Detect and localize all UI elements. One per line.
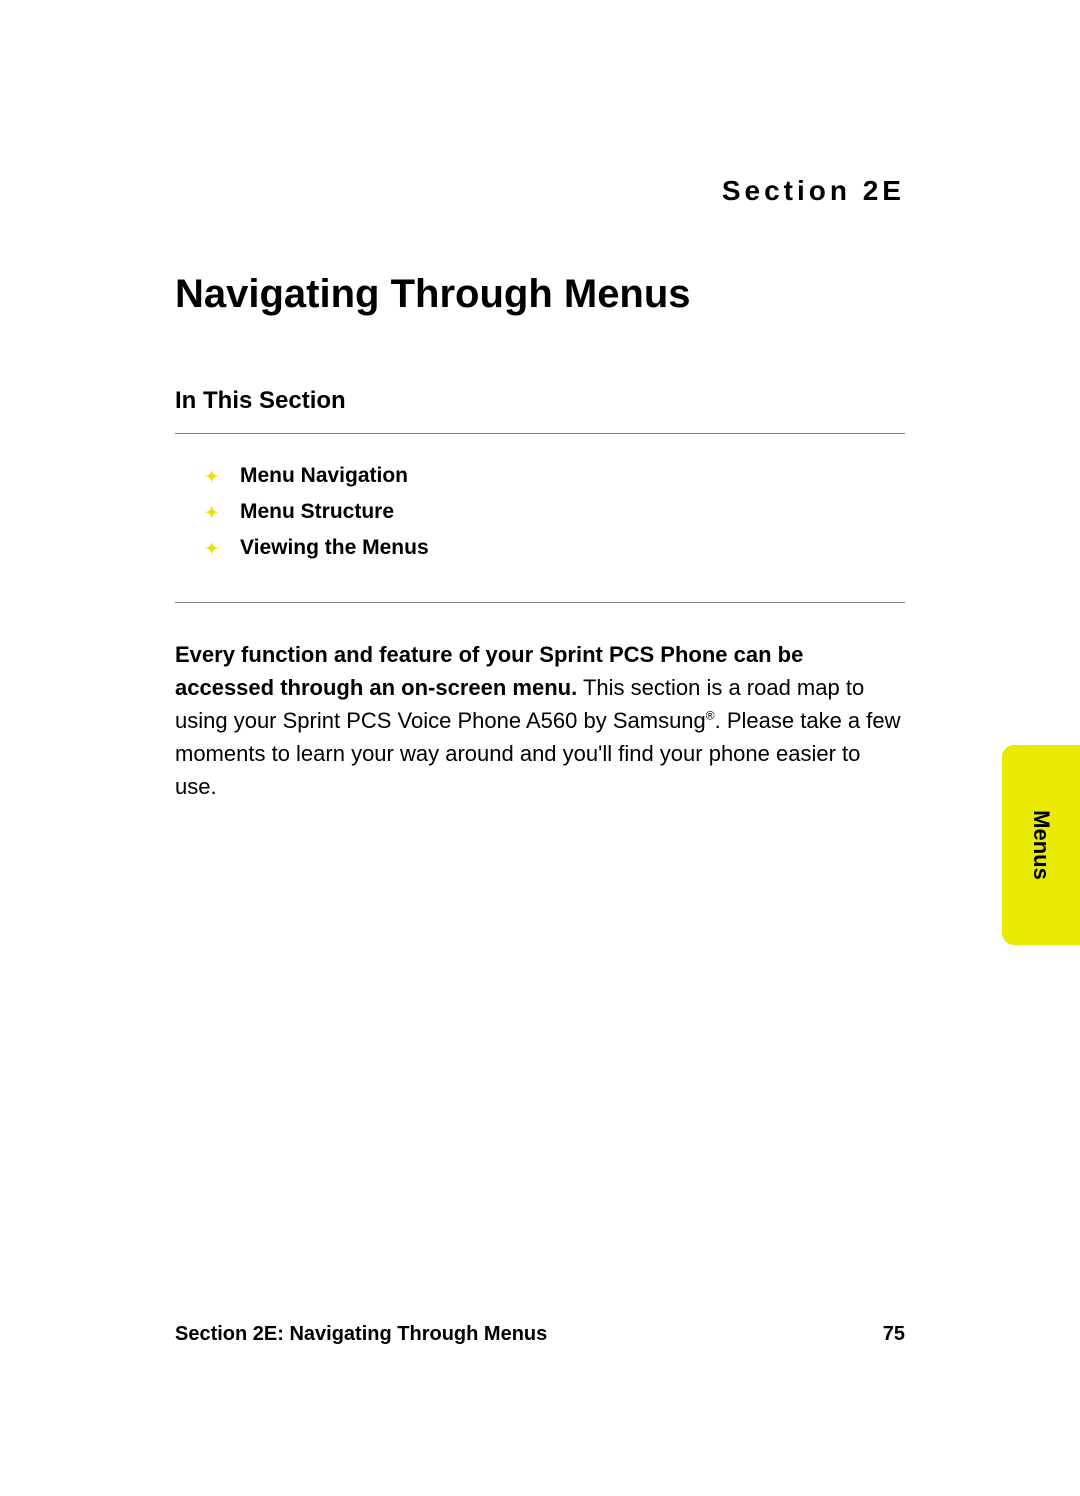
divider-bottom — [175, 602, 905, 603]
side-tab-menus: Menus — [1002, 745, 1080, 945]
page-title: Navigating Through Menus — [175, 272, 905, 317]
list-item: Viewing the Menus — [205, 536, 905, 560]
registered-mark: ® — [706, 709, 715, 723]
section-bullet-list: Menu Navigation Menu Structure Viewing t… — [175, 446, 905, 590]
intro-paragraph: Every function and feature of your Sprin… — [175, 638, 905, 803]
side-tab-label: Menus — [1028, 810, 1054, 880]
in-this-section-heading: In This Section — [175, 387, 905, 415]
section-label: Section 2E — [175, 175, 905, 207]
divider-top — [175, 433, 905, 434]
page-footer: Section 2E: Navigating Through Menus 75 — [175, 1323, 905, 1346]
page-number: 75 — [883, 1323, 905, 1346]
list-item: Menu Structure — [205, 500, 905, 524]
footer-section-title: Section 2E: Navigating Through Menus — [175, 1323, 547, 1346]
list-item: Menu Navigation — [205, 464, 905, 488]
document-page: Section 2E Navigating Through Menus In T… — [0, 0, 1080, 1496]
